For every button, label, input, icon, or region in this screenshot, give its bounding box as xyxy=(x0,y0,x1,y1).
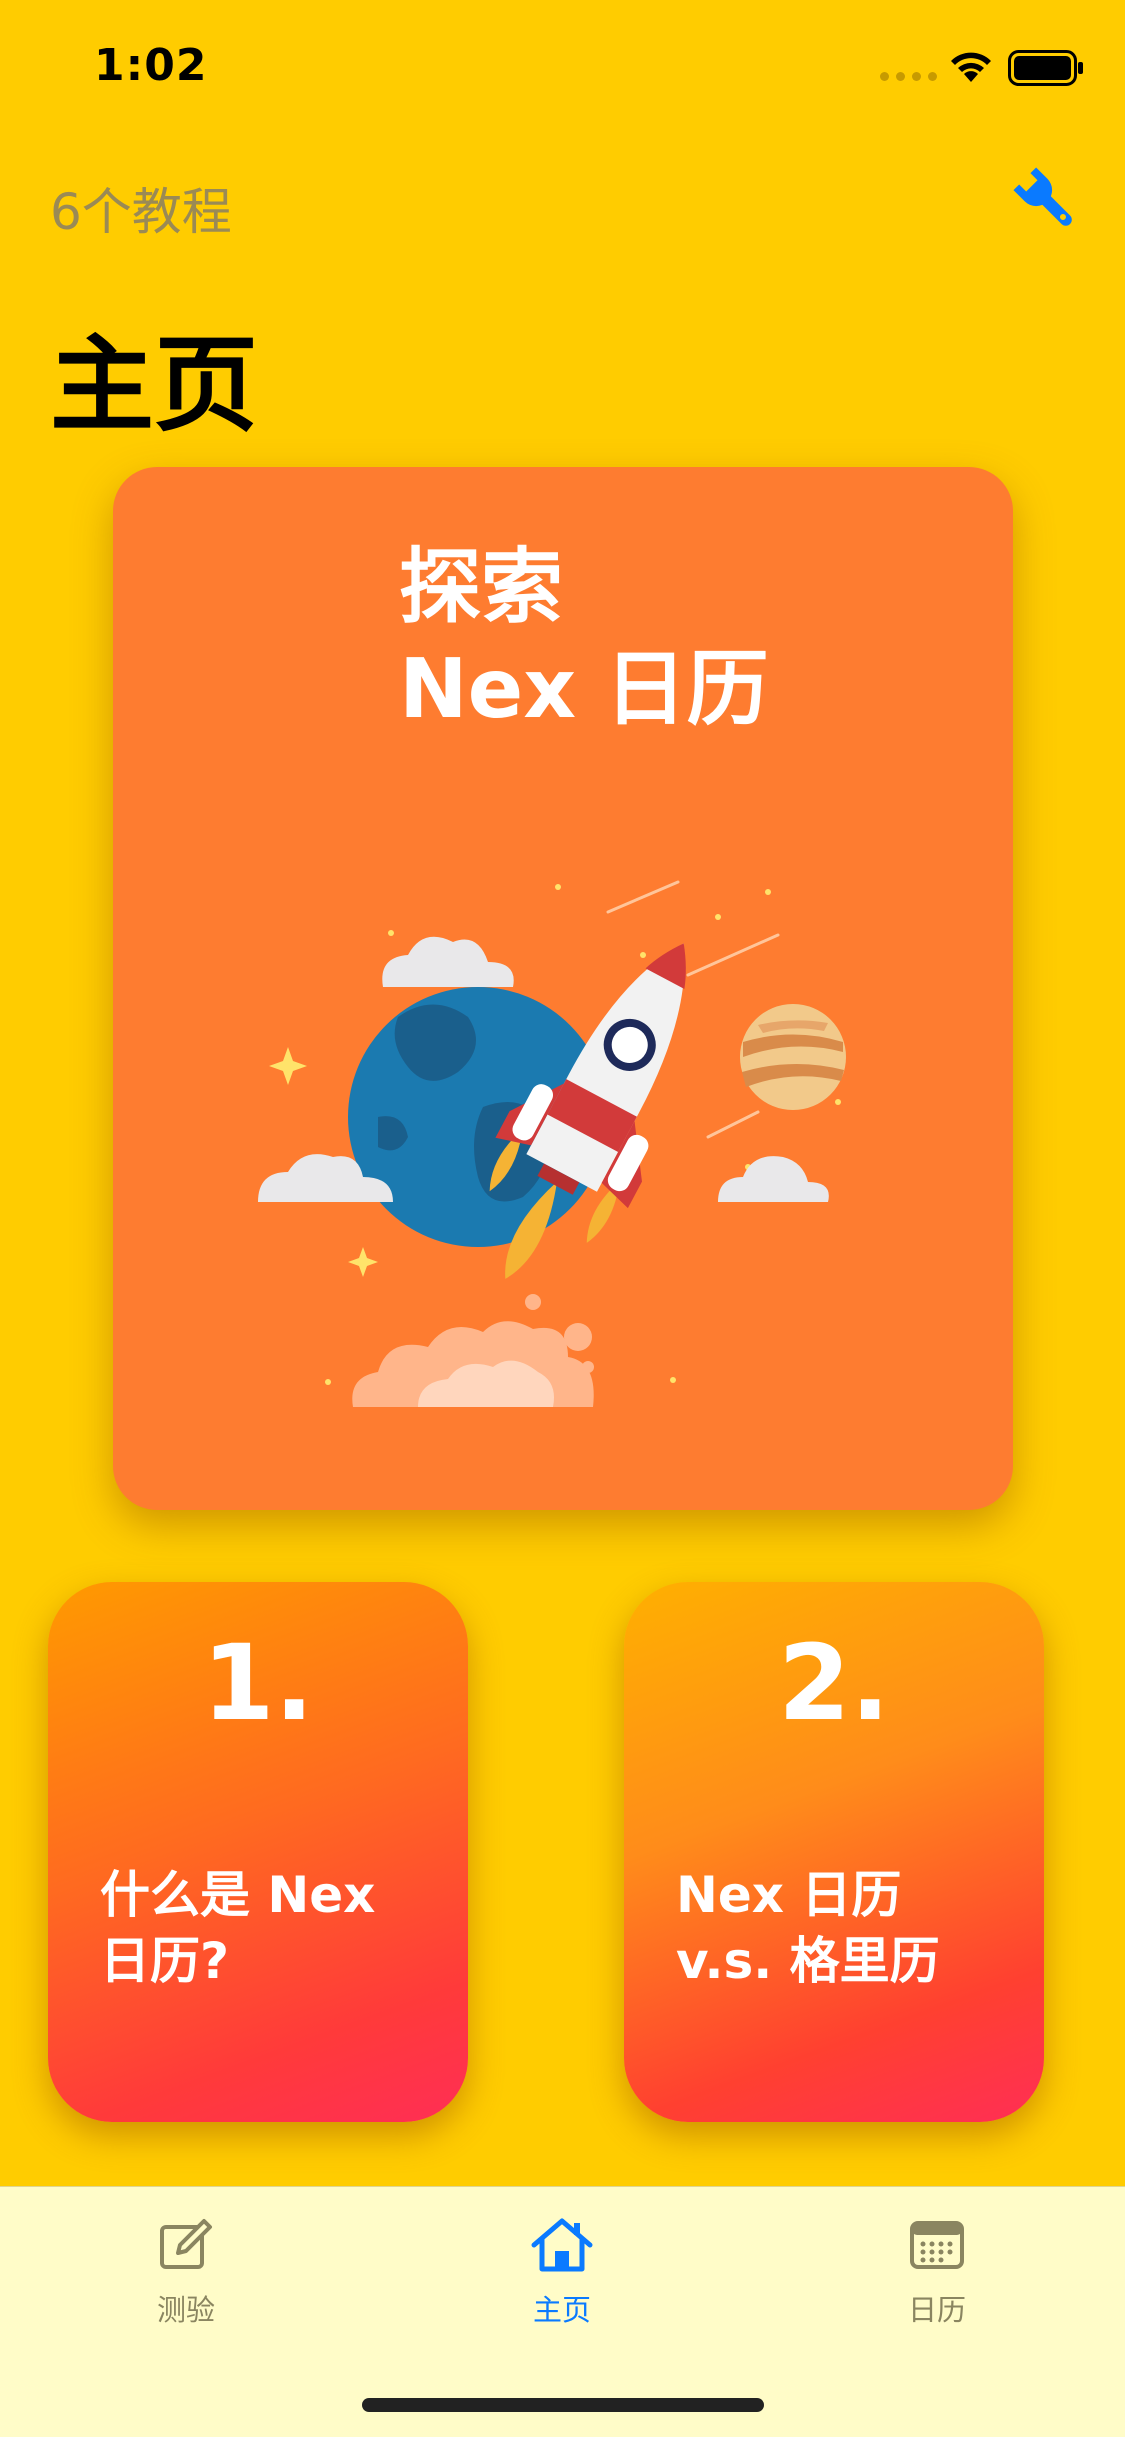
tutorial-number: 2. xyxy=(778,1622,890,1744)
tab-home[interactable]: 主页 xyxy=(462,2217,662,2329)
tab-calendar[interactable]: 日历 xyxy=(837,2217,1037,2329)
tab-home-label: 主页 xyxy=(532,2293,591,2327)
wrench-icon xyxy=(1013,167,1072,226)
status-bar: 1:02 xyxy=(0,0,1125,140)
cellular-signal-icon xyxy=(880,72,937,81)
tutorial-card-1[interactable]: 1. 什么是 Nex 日历? xyxy=(48,1582,468,2122)
tutorial-number: 1. xyxy=(202,1622,314,1744)
settings-button[interactable] xyxy=(1010,164,1082,236)
home-indicator[interactable] xyxy=(362,2398,764,2412)
explore-title-line2: Nex 日历 xyxy=(399,642,769,737)
status-time: 1:02 xyxy=(94,40,208,91)
tab-quiz[interactable]: 测验 xyxy=(86,2217,286,2329)
top-bar: 6个教程 xyxy=(0,150,1125,250)
rocket-launch-illustration xyxy=(258,880,846,1407)
tutorial-card-2[interactable]: 2. Nex 日历 v.s. 格里历 xyxy=(624,1582,1044,2122)
explore-title: 探索 Nex 日历 xyxy=(399,537,769,741)
calendar-icon xyxy=(910,2221,964,2269)
house-icon xyxy=(531,2218,593,2272)
battery-icon xyxy=(1008,50,1083,86)
tutorial-count: 6个教程 xyxy=(50,183,232,241)
tutorial-title: 什么是 Nex 日历? xyxy=(100,1866,376,1990)
explore-card[interactable]: 探索 Nex 日历 xyxy=(113,467,1013,1510)
wifi-icon xyxy=(951,52,991,82)
tutorial-title: Nex 日历 v.s. 格里历 xyxy=(676,1866,940,1990)
page-title: 主页 xyxy=(50,324,259,446)
tab-calendar-label: 日历 xyxy=(907,2293,966,2327)
explore-title-line1: 探索 xyxy=(399,540,564,635)
tab-quiz-label: 测验 xyxy=(156,2293,215,2327)
compose-icon xyxy=(160,2219,212,2269)
